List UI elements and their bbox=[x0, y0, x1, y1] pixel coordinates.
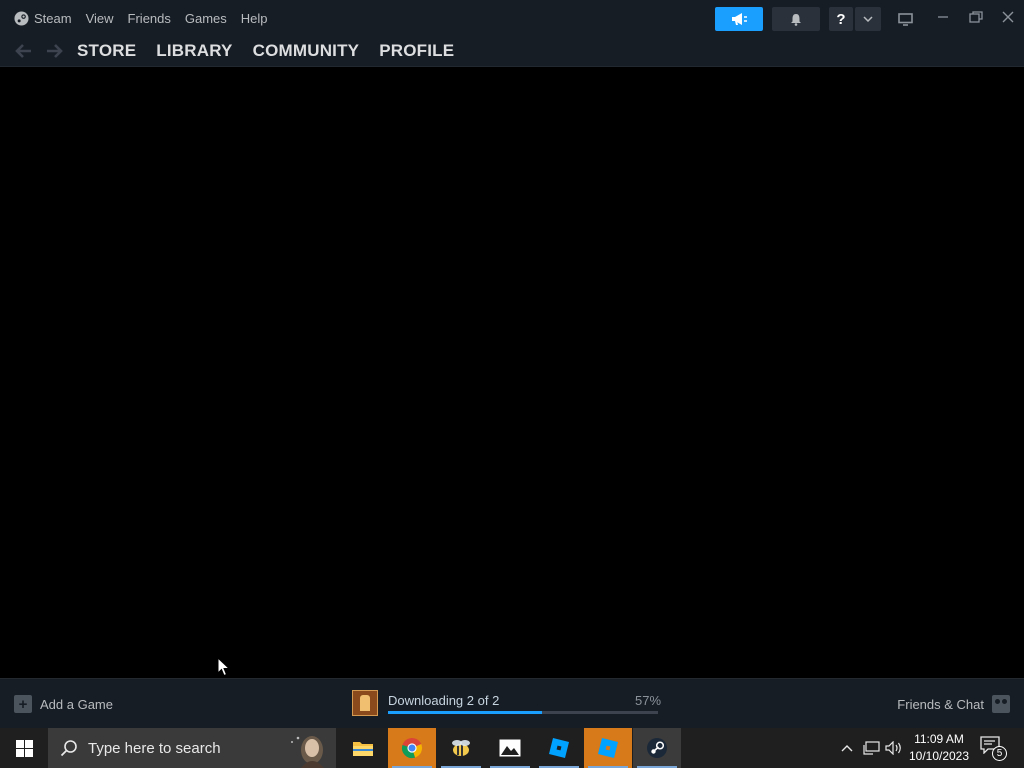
notifications-button[interactable] bbox=[772, 7, 820, 31]
arrow-right-icon bbox=[47, 44, 63, 58]
menu-steam[interactable]: Steam bbox=[14, 11, 72, 26]
taskbar-chrome[interactable] bbox=[388, 728, 436, 768]
taskbar-clock[interactable]: 11:09 AM 10/10/2023 bbox=[904, 731, 974, 765]
main-nav: STORE LIBRARY COMMUNITY PROFILE bbox=[77, 36, 474, 66]
taskbar-file-explorer[interactable] bbox=[339, 728, 387, 768]
friends-icon bbox=[992, 695, 1010, 713]
windows-taskbar: Type here to search 11:09 AM 10/10/2023 … bbox=[0, 728, 1024, 768]
help-dropdown-button[interactable] bbox=[855, 7, 881, 31]
menu-help[interactable]: Help bbox=[241, 11, 268, 26]
steam-titlebar: Steam View Friends Games Help ? bbox=[0, 0, 1024, 36]
help-button[interactable]: ? bbox=[829, 7, 853, 31]
download-progress-bar[interactable] bbox=[388, 711, 658, 714]
friends-chat-button[interactable]: Friends & Chat bbox=[897, 695, 1010, 713]
bell-icon bbox=[791, 13, 801, 26]
megaphone-icon bbox=[732, 13, 747, 25]
close-button[interactable] bbox=[993, 6, 1023, 28]
volume-button[interactable] bbox=[884, 728, 904, 768]
menu-bar: Steam View Friends Games Help bbox=[14, 0, 282, 36]
taskbar-steam[interactable] bbox=[633, 728, 681, 768]
start-button[interactable] bbox=[0, 728, 48, 768]
steam-icon bbox=[647, 738, 667, 758]
chevron-up-icon bbox=[841, 745, 853, 752]
back-button[interactable] bbox=[12, 40, 34, 62]
windows-logo-icon bbox=[15, 739, 33, 757]
download-status[interactable]: Downloading 2 of 2 bbox=[388, 693, 499, 708]
add-game-button[interactable]: + Add a Game bbox=[14, 695, 113, 713]
steam-logo-icon bbox=[14, 10, 29, 26]
minimize-button[interactable] bbox=[928, 6, 958, 28]
steam-bottom-bar: + Add a Game Downloading 2 of 2 57% Frie… bbox=[0, 678, 1024, 729]
action-center-button[interactable]: 5 bbox=[980, 736, 1007, 762]
close-icon bbox=[1002, 11, 1014, 23]
nav-community[interactable]: COMMUNITY bbox=[253, 41, 360, 61]
maximize-button[interactable] bbox=[961, 6, 991, 28]
speaker-icon bbox=[885, 741, 901, 755]
announcements-button[interactable] bbox=[715, 7, 763, 31]
minimize-icon bbox=[938, 16, 948, 18]
restore-icon bbox=[969, 11, 983, 23]
nav-library[interactable]: LIBRARY bbox=[156, 41, 232, 61]
big-picture-button[interactable] bbox=[893, 7, 917, 31]
search-highlight-icon bbox=[291, 736, 324, 768]
show-hidden-icons-button[interactable] bbox=[838, 728, 856, 768]
menu-view[interactable]: View bbox=[86, 11, 114, 26]
search-icon bbox=[60, 739, 78, 757]
menu-games[interactable]: Games bbox=[185, 11, 227, 26]
forward-button[interactable] bbox=[44, 40, 66, 62]
search-placeholder: Type here to search bbox=[88, 739, 221, 757]
download-percent: 57% bbox=[635, 693, 662, 708]
download-game-thumbnail[interactable] bbox=[352, 690, 378, 716]
taskbar-photos[interactable] bbox=[486, 728, 534, 768]
network-icon bbox=[862, 741, 880, 755]
chevron-down-icon bbox=[863, 16, 873, 22]
clock-date: 10/10/2023 bbox=[908, 749, 970, 763]
nav-store[interactable]: STORE bbox=[77, 41, 136, 61]
bee-app-icon bbox=[452, 740, 470, 756]
file-explorer-icon bbox=[353, 742, 373, 756]
notification-count-badge: 5 bbox=[992, 746, 1007, 761]
roblox-studio-icon bbox=[549, 738, 569, 758]
chrome-icon bbox=[402, 738, 423, 759]
taskbar-bee-app[interactable] bbox=[437, 728, 485, 768]
nav-profile[interactable]: PROFILE bbox=[379, 41, 454, 61]
friends-chat-label: Friends & Chat bbox=[897, 696, 984, 712]
arrow-left-icon bbox=[15, 44, 31, 58]
clock-time: 11:09 AM bbox=[914, 732, 964, 746]
download-progress-fill bbox=[388, 711, 542, 714]
monitor-icon bbox=[897, 12, 913, 26]
menu-steam-label: Steam bbox=[34, 10, 72, 26]
roblox-icon bbox=[598, 738, 618, 758]
add-game-label: Add a Game bbox=[40, 696, 113, 712]
main-content bbox=[0, 67, 1024, 678]
taskbar-roblox[interactable] bbox=[584, 728, 632, 768]
steam-navbar: STORE LIBRARY COMMUNITY PROFILE bbox=[0, 36, 1024, 67]
network-button[interactable] bbox=[861, 728, 881, 768]
taskbar-search-box[interactable]: Type here to search bbox=[48, 728, 336, 768]
mouse-cursor-icon bbox=[217, 657, 230, 677]
photos-icon bbox=[499, 739, 521, 757]
taskbar-roblox-studio[interactable] bbox=[535, 728, 583, 768]
menu-friends[interactable]: Friends bbox=[128, 11, 171, 26]
plus-icon: + bbox=[14, 695, 32, 713]
